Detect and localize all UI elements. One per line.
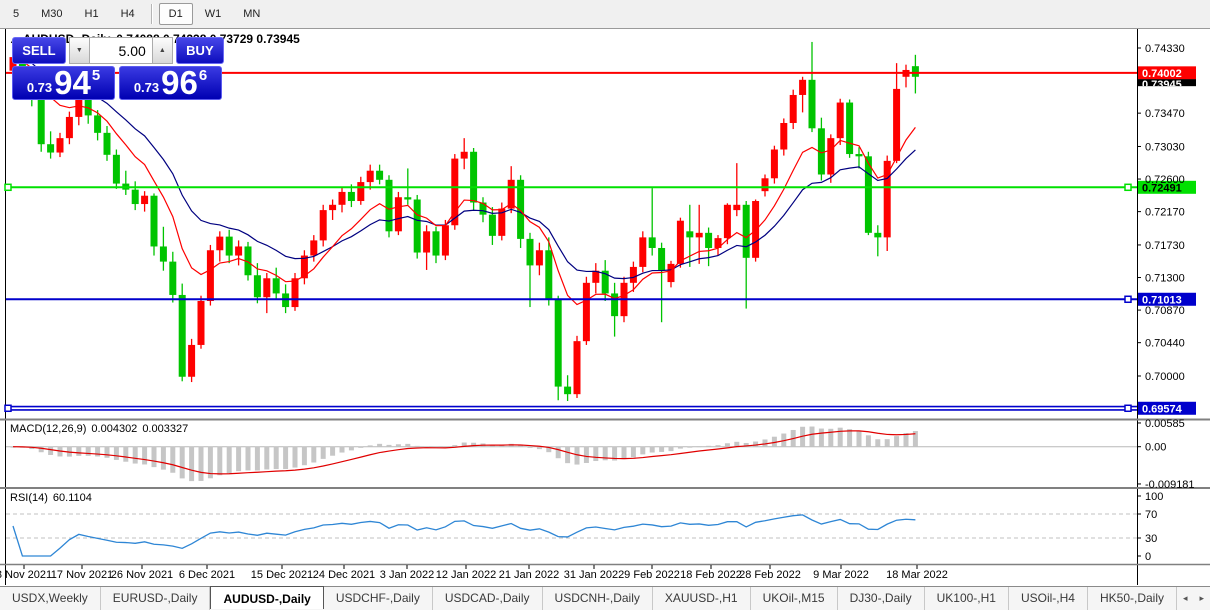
chart-tab-eurusd-daily[interactable]: EURUSD-,Daily <box>101 587 211 610</box>
svg-text:0.70000: 0.70000 <box>1145 371 1185 383</box>
macd-value: 0.004302 <box>91 423 138 435</box>
svg-text:12 Jan 2022: 12 Jan 2022 <box>436 569 497 581</box>
chart-tab-xauusd-h1[interactable]: XAUUSD-,H1 <box>653 587 751 610</box>
chart-tab-uk100-h1[interactable]: UK100-,H1 <box>925 587 1009 610</box>
svg-text:0.73470: 0.73470 <box>1145 108 1185 120</box>
hline-handle-left[interactable] <box>4 404 12 413</box>
svg-text:0.74330: 0.74330 <box>1145 43 1185 55</box>
volume-input[interactable] <box>89 37 152 64</box>
svg-text:0.72600: 0.72600 <box>1145 174 1185 186</box>
svg-text:0.74002: 0.74002 <box>1142 68 1182 80</box>
svg-text:15 Dec 2021: 15 Dec 2021 <box>251 569 313 581</box>
svg-text:0.70440: 0.70440 <box>1145 338 1185 350</box>
ask-price-button[interactable]: 0.73 96 6 <box>119 66 222 100</box>
svg-text:9 Feb 2022: 9 Feb 2022 <box>624 569 680 581</box>
timeframe-button-mn[interactable]: MN <box>233 3 270 25</box>
tab-scroll-arrows: ◂ ▸ <box>1177 587 1210 610</box>
svg-text:9 Mar 2022: 9 Mar 2022 <box>813 569 869 581</box>
chart-tab-usoil-h4[interactable]: USOil-,H4 <box>1009 587 1088 610</box>
svg-text:100: 100 <box>1145 491 1163 503</box>
timeframe-button-h1[interactable]: H1 <box>75 3 109 25</box>
chart-tab-hk50-daily[interactable]: HK50-,Daily <box>1088 587 1178 610</box>
rsi-name: RSI(14) <box>10 492 48 504</box>
svg-text:30: 30 <box>1145 533 1157 545</box>
hline-handle-right[interactable] <box>1124 183 1132 192</box>
chart-tab-ukoil-m15[interactable]: UKOil-,M15 <box>751 587 838 610</box>
ask-prefix: 0.73 <box>133 80 160 95</box>
macd-name: MACD(12,26,9) <box>10 423 87 435</box>
buy-button[interactable]: BUY <box>175 37 224 64</box>
chart-tab-usdchf-daily[interactable]: USDCHF-,Daily <box>324 587 433 610</box>
timeframe-button-5[interactable]: 5 <box>3 3 29 25</box>
volume-increase-icon[interactable]: ▲ <box>151 37 173 64</box>
hline-handle-left[interactable] <box>4 183 12 192</box>
bid-prefix: 0.73 <box>26 80 53 95</box>
svg-text:28 Feb 2022: 28 Feb 2022 <box>739 569 801 581</box>
svg-text:-0.009181: -0.009181 <box>1145 479 1195 491</box>
rsi-value: 60.1104 <box>52 492 92 504</box>
one-click-trading-panel: SELL ▼ ▲ BUY 0.73 94 5 0.73 96 6 <box>12 37 224 100</box>
bid-big-digits: 94 <box>54 64 91 101</box>
svg-text:21 Jan 2022: 21 Jan 2022 <box>499 569 560 581</box>
macd-header: MACD(12,26,9) 0.004302 0.003327 <box>10 423 193 435</box>
svg-text:0.72170: 0.72170 <box>1145 207 1185 219</box>
chart-tab-usdcnh-daily[interactable]: USDCNH-,Daily <box>543 587 653 610</box>
chart-tab-usdcad-daily[interactable]: USDCAD-,Daily <box>433 587 543 610</box>
timeframe-button-w1[interactable]: W1 <box>195 3 232 25</box>
svg-text:0.70870: 0.70870 <box>1145 305 1185 317</box>
timeframe-toolbar: 5 M30 H1 H4 D1 W1 MN <box>0 0 1210 29</box>
chart-tab-audusd-daily[interactable]: AUDUSD-,Daily <box>210 586 324 609</box>
chart-window: 0.74002 0.72491 0.71013 0.69574 0.73945 0.743… <box>0 29 1210 586</box>
svg-text:6 Dec 2021: 6 Dec 2021 <box>179 569 235 581</box>
svg-text:0.71300: 0.71300 <box>1145 273 1185 285</box>
volume-stepper: ▼ ▲ <box>68 37 173 64</box>
svg-text:70: 70 <box>1145 509 1157 521</box>
toolbar-separator <box>150 4 153 24</box>
hline-handle-right[interactable] <box>1124 295 1132 304</box>
ask-pipette-digit: 6 <box>198 67 208 84</box>
rsi-header: RSI(14) 60.1104 <box>10 492 97 504</box>
svg-text:0.00585: 0.00585 <box>1145 418 1185 430</box>
bid-pipette-digit: 5 <box>91 67 101 84</box>
svg-text:26 Nov 2021: 26 Nov 2021 <box>111 569 173 581</box>
svg-text:0.00: 0.00 <box>1145 442 1166 454</box>
svg-text:24 Dec 2021: 24 Dec 2021 <box>313 569 375 581</box>
trading-platform-window: 5 M30 H1 H4 D1 W1 MN 0.74002 0.72491 0.71013 0.69… <box>0 0 1210 610</box>
svg-text:31 Jan 2022: 31 Jan 2022 <box>564 569 625 581</box>
tab-scroll-right-icon[interactable]: ▸ <box>1194 591 1210 606</box>
sell-button[interactable]: SELL <box>12 37 66 64</box>
tab-scroll-left-icon[interactable]: ◂ <box>1177 591 1194 606</box>
macd-signal-value: 0.003327 <box>142 423 189 435</box>
svg-text:18 Feb 2022: 18 Feb 2022 <box>680 569 742 581</box>
hline-handle-right[interactable] <box>1124 404 1132 413</box>
ask-big-digits: 96 <box>161 64 198 101</box>
timeframe-button-h4[interactable]: H4 <box>111 3 145 25</box>
svg-text:17 Nov 2021: 17 Nov 2021 <box>51 569 113 581</box>
timeframe-button-d1[interactable]: D1 <box>158 3 193 25</box>
svg-text:8 Nov 2021: 8 Nov 2021 <box>0 569 52 581</box>
svg-text:0.69574: 0.69574 <box>1142 403 1183 415</box>
chart-tab-usdx-weekly[interactable]: USDX,Weekly <box>0 587 101 610</box>
timeframe-button-m30[interactable]: M30 <box>31 3 72 25</box>
symbol-tab-bar: USDX,Weekly EURUSD-,Daily AUDUSD-,Daily USD… <box>0 586 1210 610</box>
svg-text:0: 0 <box>1145 551 1151 563</box>
volume-decrease-icon[interactable]: ▼ <box>68 37 90 64</box>
svg-text:0.71730: 0.71730 <box>1145 240 1185 252</box>
svg-text:3 Jan 2022: 3 Jan 2022 <box>380 569 434 581</box>
bid-price-button[interactable]: 0.73 94 5 <box>12 66 115 100</box>
svg-text:18 Mar 2022: 18 Mar 2022 <box>886 569 948 581</box>
chart-canvas: 0.740020.724910.710130.695740.739450.743… <box>0 29 1210 586</box>
svg-text:0.73030: 0.73030 <box>1145 141 1185 153</box>
chart-tab-dj30-daily[interactable]: DJ30-,Daily <box>838 587 925 610</box>
